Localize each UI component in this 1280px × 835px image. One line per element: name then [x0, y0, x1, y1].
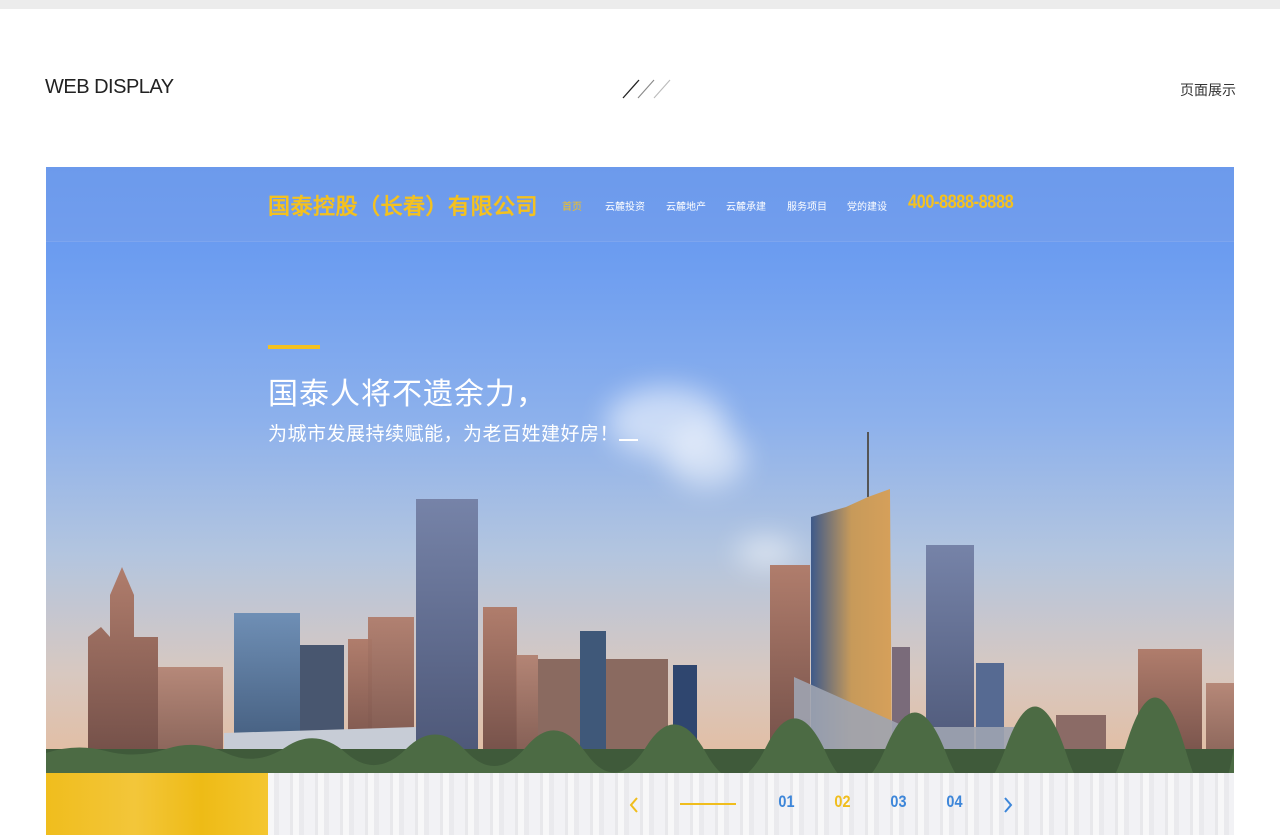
slide-number-2[interactable]: 02 [834, 792, 850, 812]
nav-item-party-building[interactable]: 党的建设 [847, 198, 887, 213]
prev-slide-button[interactable] [626, 795, 642, 815]
nav-item-services[interactable]: 服务项目 [787, 198, 827, 213]
slide-number-4[interactable]: 04 [946, 792, 962, 812]
nav-item-construction[interactable]: 云麓承建 [726, 198, 766, 213]
hero-title: 国泰人将不遗余力， [268, 378, 547, 411]
section-title-en: WEB DISPLAY [45, 76, 174, 98]
hero-subtitle: 为城市发展持续赋能，为老百姓建好房！ [268, 424, 620, 445]
yellow-accent-block [46, 773, 268, 835]
nav-item-investment[interactable]: 云麓投资 [605, 198, 645, 213]
next-slide-button[interactable] [1000, 795, 1016, 815]
nav-item-real-estate[interactable]: 云麓地产 [666, 198, 706, 213]
typing-cursor [619, 439, 638, 441]
section-title-cn: 页面展示 [1180, 82, 1236, 98]
decorative-slashes-icon [622, 79, 671, 99]
slider-controls: 01 02 03 04 [46, 773, 1234, 835]
hero-accent-line [268, 345, 320, 349]
site-logo[interactable]: 国泰控股（长春）有限公司 [268, 189, 538, 221]
nav-item-home[interactable]: 首页 [562, 198, 582, 213]
chevron-left-icon [629, 797, 638, 813]
city-skyline-image [46, 432, 1234, 777]
slide-number-3[interactable]: 03 [890, 792, 906, 812]
website-preview: 国泰控股（长春）有限公司 首页 云麓投资 云麓地产 云麓承建 服务项目 党的建设… [46, 167, 1234, 835]
slide-number-1[interactable]: 01 [778, 792, 794, 812]
top-divider-bar [0, 0, 1280, 9]
bottom-bar-texture [268, 773, 1234, 835]
chevron-right-icon [1004, 797, 1013, 813]
slide-progress-line [680, 803, 736, 805]
site-header: 国泰控股（长春）有限公司 首页 云麓投资 云麓地产 云麓承建 服务项目 党的建设… [46, 167, 1234, 242]
phone-number: 400-8888-8888 [908, 192, 1014, 213]
